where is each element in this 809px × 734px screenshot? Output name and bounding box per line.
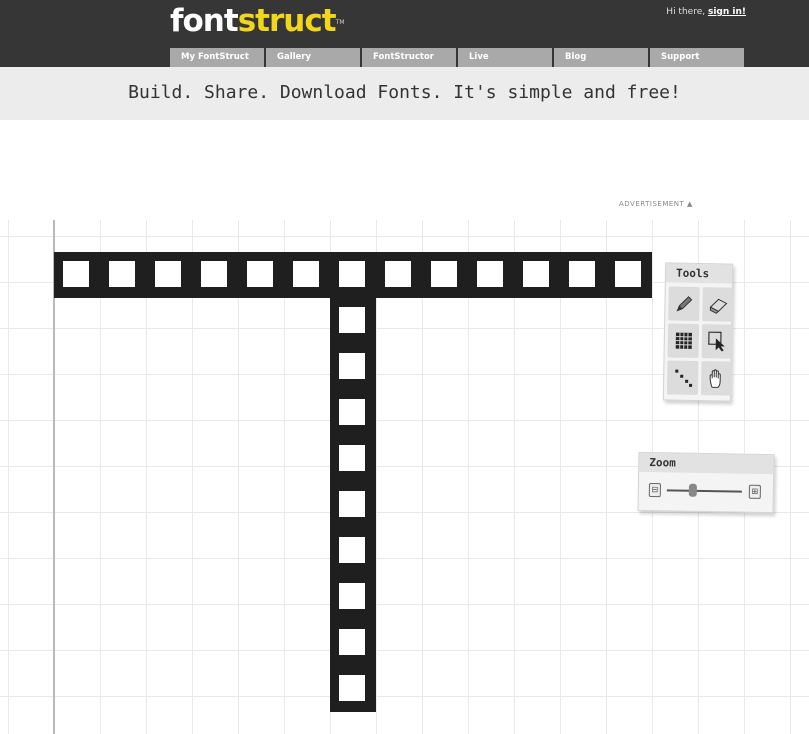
tagline: Build. Share. Download Fonts. It's simpl… [128, 82, 681, 103]
site-header: font struct TM Hi there, sign in! My Font… [0, 0, 809, 67]
pencil-icon [675, 296, 692, 312]
tagline-bar: Build. Share. Download Fonts. It's simpl… [0, 67, 809, 120]
tools-palette: Tools [662, 262, 734, 402]
filled-brick [54, 252, 100, 298]
filled-brick [330, 344, 376, 390]
greeting: Hi there, sign in! [666, 7, 746, 17]
filled-brick [330, 528, 376, 574]
greeting-text: Hi there, [666, 7, 708, 17]
logo-trademark: TM [335, 19, 345, 26]
zoom-slider-track[interactable] [666, 489, 742, 493]
fill-grid-icon [675, 332, 692, 349]
line-icon [674, 369, 692, 387]
filled-brick [284, 252, 330, 298]
filled-brick [330, 666, 376, 712]
filled-brick [330, 390, 376, 436]
filled-brick [606, 252, 652, 298]
tab-support[interactable]: Support [650, 48, 744, 67]
tab-fontstructor[interactable]: FontStructor [362, 48, 456, 67]
filled-brick [330, 298, 376, 344]
fontstruct-logo[interactable]: font struct TM [170, 3, 345, 39]
filled-brick [238, 252, 284, 298]
eraser-icon [709, 298, 727, 314]
filled-brick [330, 252, 376, 298]
filled-brick [330, 620, 376, 666]
tab-blog[interactable]: Blog [554, 48, 648, 67]
zoom-title: Zoom [639, 452, 774, 475]
main-nav: My FontStruct Gallery FontStructor Live … [170, 48, 744, 67]
line-tool[interactable] [666, 360, 699, 396]
logo-text-font: font [170, 3, 239, 39]
logo-text-struct: struct [237, 3, 337, 39]
filled-brick [146, 252, 192, 298]
filled-brick [376, 252, 422, 298]
zoom-out-button[interactable]: ⊟ [648, 483, 661, 498]
advertisement-label[interactable]: ADVERTISEMENT ▲ [619, 200, 693, 208]
tools-title: Tools [665, 263, 733, 284]
filled-brick [192, 252, 238, 298]
sign-in-link[interactable]: sign in! [708, 7, 746, 17]
filled-brick [100, 252, 146, 298]
zoom-slider-thumb[interactable] [688, 483, 698, 497]
filled-brick [514, 252, 560, 298]
filled-brick [330, 574, 376, 620]
fill-grid-tool[interactable] [667, 323, 700, 359]
tab-my-fontstruct[interactable]: My FontStruct [170, 48, 264, 67]
filled-brick [422, 252, 468, 298]
select-arrow-icon [707, 331, 725, 352]
hand-icon [709, 369, 721, 388]
filled-brick [330, 436, 376, 482]
select-tool[interactable] [701, 324, 734, 359]
tab-live[interactable]: Live [458, 48, 552, 67]
filled-brick [560, 252, 606, 298]
zoom-panel: Zoom ⊟ ⊞ [637, 451, 775, 514]
tab-gallery[interactable]: Gallery [266, 48, 360, 67]
eraser-tool[interactable] [702, 287, 734, 322]
filled-brick [468, 252, 514, 298]
filled-brick [330, 482, 376, 528]
zoom-in-button[interactable]: ⊞ [748, 484, 761, 499]
pencil-tool[interactable] [668, 286, 700, 322]
hand-tool[interactable] [700, 361, 733, 396]
